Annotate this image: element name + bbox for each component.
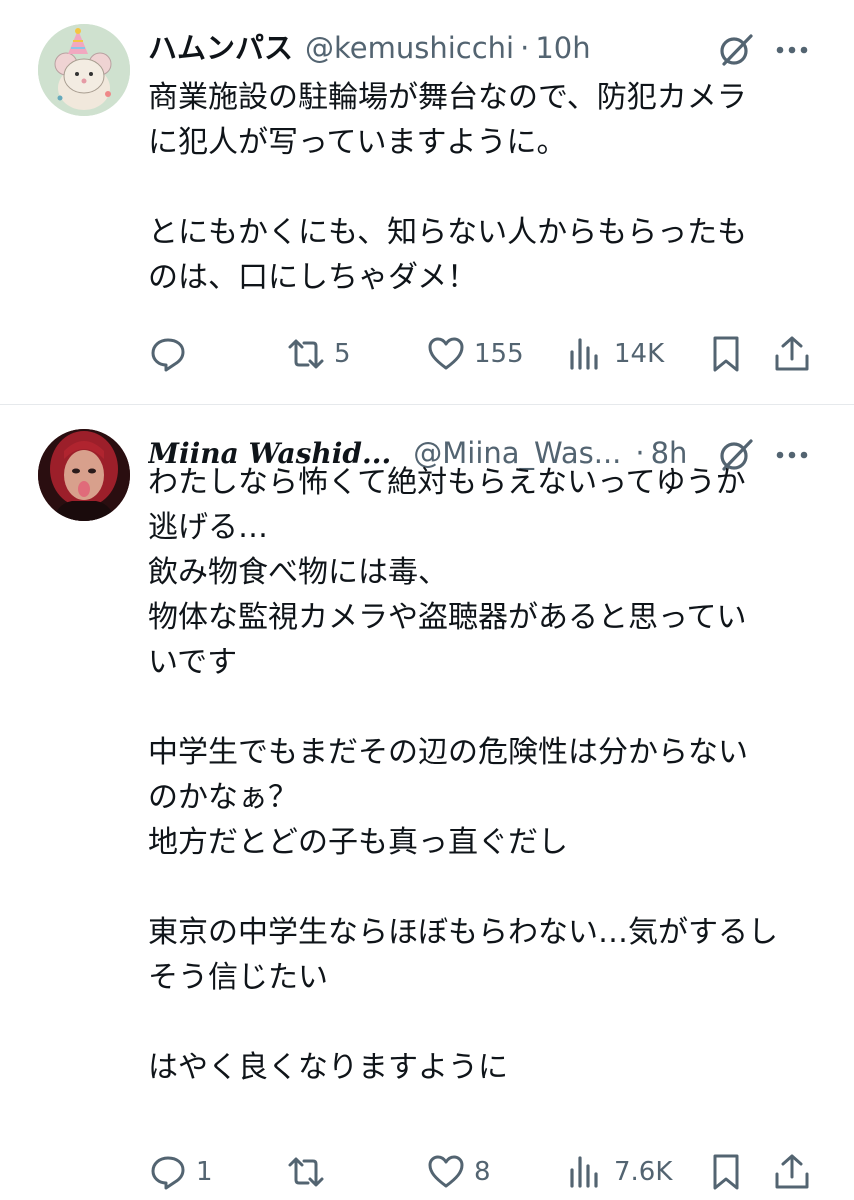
text-line: 物体な監視カメラや盗聴器があると思ってい bbox=[148, 600, 747, 635]
reply-icon bbox=[151, 1156, 185, 1190]
text-line: わたしなら怖くて絶対もらえないってゆうか bbox=[148, 465, 746, 500]
retweet-button[interactable] bbox=[286, 1148, 334, 1196]
retweet-icon bbox=[288, 1157, 324, 1187]
reply-button[interactable]: 1 bbox=[148, 1148, 213, 1196]
text-line: に犯人が写っていますように。 bbox=[148, 125, 567, 160]
retweet-button[interactable]: 5 bbox=[286, 330, 351, 378]
heart-icon bbox=[428, 337, 464, 370]
bookmark-button[interactable] bbox=[706, 1148, 746, 1196]
text-line: 飲み物食べ物には毒、 bbox=[148, 555, 448, 590]
tweet-text: 商業施設の駐輪場が舞台なので、防犯カメラ に犯人が写っていますように。 とにもか… bbox=[148, 75, 828, 300]
display-name[interactable]: ハムンパス bbox=[148, 31, 293, 65]
views-chart-icon bbox=[570, 338, 598, 370]
tweet-header: ハムンパス @kemushicchi · 10h bbox=[148, 28, 708, 68]
bookmark-icon bbox=[713, 336, 739, 372]
like-button[interactable]: 8 bbox=[426, 1148, 491, 1196]
views-button[interactable]: 14K bbox=[566, 330, 664, 378]
text-line: いです bbox=[148, 645, 238, 680]
like-count: 8 bbox=[474, 1157, 491, 1187]
text-line: はやく良くなりますように bbox=[148, 1050, 508, 1085]
text-line: 東京の中学生ならほぼもらわない…気がするし bbox=[148, 915, 778, 950]
text-line: そう信じたい bbox=[148, 960, 328, 995]
red-hair-portrait-icon bbox=[38, 429, 130, 521]
reply-count: 1 bbox=[196, 1157, 213, 1187]
more-options-button[interactable] bbox=[772, 30, 812, 70]
text-line: とにもかくにも、知らない人からもらったも bbox=[148, 215, 748, 250]
separator-dot: · bbox=[520, 31, 530, 65]
views-button[interactable]: 7.6K bbox=[566, 1148, 672, 1196]
timestamp[interactable]: 10h bbox=[535, 31, 590, 65]
text-line: 中学生でもまだその辺の危険性は分からない bbox=[148, 735, 748, 770]
grok-icon bbox=[720, 34, 753, 66]
party-hat-mouse-icon bbox=[38, 24, 130, 116]
reply-button[interactable] bbox=[148, 330, 196, 378]
like-button[interactable]: 155 bbox=[426, 330, 524, 378]
grok-button[interactable] bbox=[716, 30, 756, 70]
retweet-count: 5 bbox=[334, 339, 351, 369]
share-icon bbox=[775, 1154, 809, 1189]
more-dots-icon bbox=[776, 46, 808, 54]
text-line: 逃げる… bbox=[148, 510, 268, 545]
bookmark-button[interactable] bbox=[706, 330, 746, 378]
user-handle[interactable]: @kemushicchi bbox=[305, 31, 514, 65]
view-count: 7.6K bbox=[614, 1157, 673, 1187]
tweet-1[interactable]: ハムンパス @kemushicchi · 10h 商業施設の駐輪場が舞台なので、防犯カ… bbox=[0, 0, 854, 404]
text-line: のかなぁ？ bbox=[148, 780, 298, 815]
views-chart-icon bbox=[570, 1156, 598, 1188]
action-bar: 1 8 7.6K bbox=[148, 1148, 828, 1196]
text-line: 商業施設の駐輪場が舞台なので、防犯カメラ bbox=[148, 80, 747, 115]
retweet-icon bbox=[288, 339, 324, 369]
share-button[interactable] bbox=[772, 1148, 812, 1196]
heart-icon bbox=[428, 1155, 464, 1188]
like-count: 155 bbox=[474, 339, 524, 369]
text-line: のは、口にしちゃダメ！ bbox=[148, 260, 478, 295]
tweet-2[interactable]: Miina Washid... @Miina_Was... · 8h わたしなら怖くて… bbox=[0, 405, 854, 1200]
share-button[interactable] bbox=[772, 330, 812, 378]
share-icon bbox=[775, 336, 809, 371]
reply-icon bbox=[151, 338, 185, 372]
tweet-text: わたしなら怖くて絶対もらえないってゆうか 逃げる… 飲み物食べ物には毒、 物体な… bbox=[148, 460, 828, 1090]
avatar[interactable] bbox=[38, 429, 130, 521]
view-count: 14K bbox=[614, 339, 665, 369]
bookmark-icon bbox=[713, 1154, 739, 1190]
avatar[interactable] bbox=[38, 24, 130, 116]
action-bar: 5 155 14K bbox=[148, 330, 828, 378]
text-line: 地方だとどの子も真っ直ぐだし bbox=[148, 825, 568, 860]
